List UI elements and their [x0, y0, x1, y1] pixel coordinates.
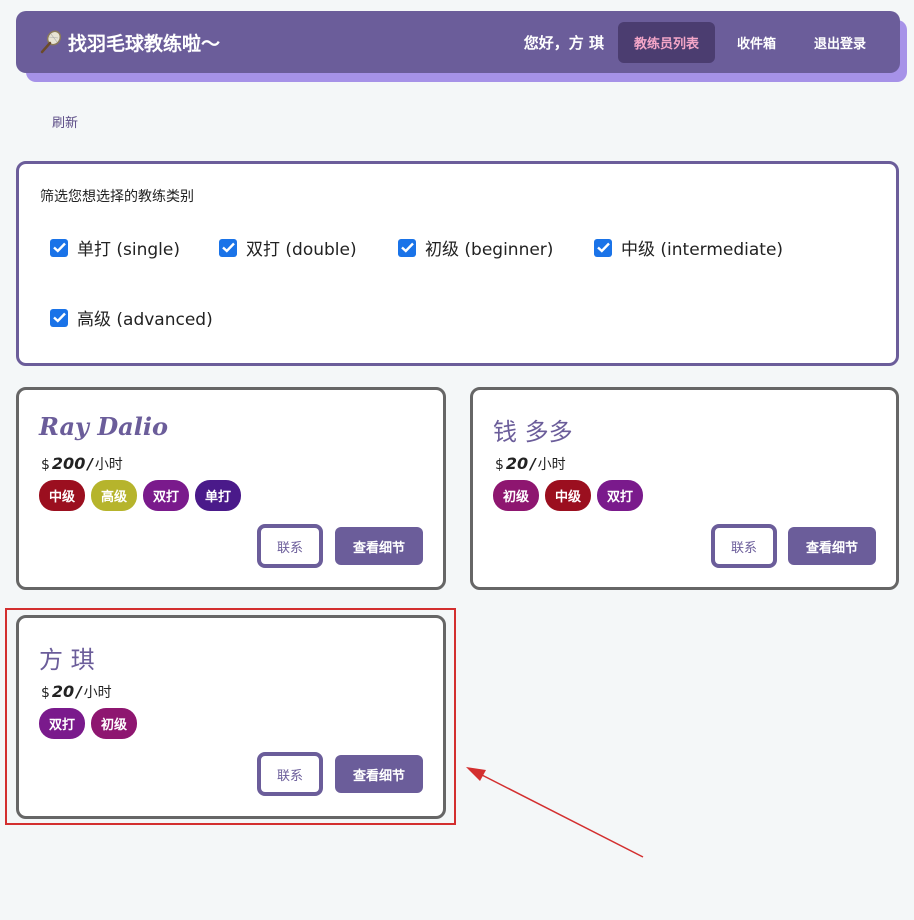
annotation-arrow-icon: [466, 767, 644, 858]
